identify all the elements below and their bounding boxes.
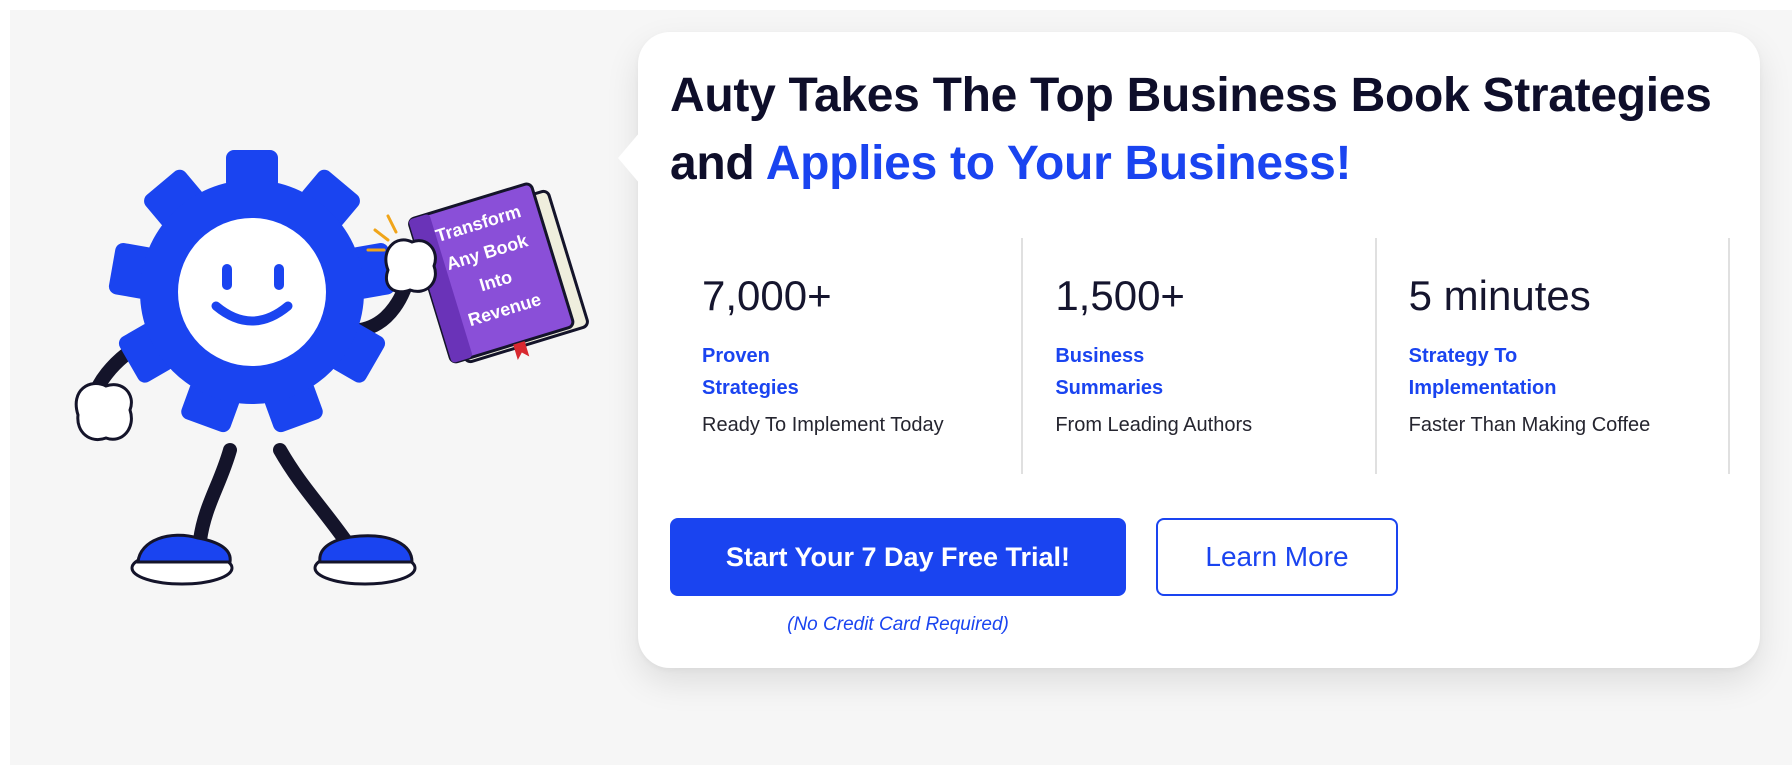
mascot-right-shoe-icon bbox=[313, 534, 417, 586]
stat-subtitle: Ready To Implement Today bbox=[702, 414, 944, 436]
hero-card: Auty Takes The Top Business Book Strateg… bbox=[618, 32, 1760, 668]
mascot-left-glove-icon bbox=[74, 382, 133, 441]
stat-title: Business Summaries bbox=[1055, 345, 1164, 399]
hero-headline: Auty Takes The Top Business Book Strateg… bbox=[670, 62, 1730, 198]
gear-icon bbox=[108, 150, 396, 433]
mascot-right-leg bbox=[273, 443, 352, 547]
stat-value: 1,500+ bbox=[1055, 272, 1185, 319]
stat-subtitle: From Leading Authors bbox=[1055, 414, 1253, 436]
stats-row: 7,000+ Proven Strategies Ready To Implem… bbox=[670, 238, 1730, 474]
mascot-right-eye bbox=[274, 264, 284, 290]
stat-value: 7,000+ bbox=[702, 272, 832, 319]
stat-summaries: 1,500+ Business Summaries From Leading A… bbox=[1023, 238, 1377, 474]
stat-title: Strategy To Implementation bbox=[1408, 345, 1557, 399]
page-background: Transform Any Book Into Revenue Auty Tak… bbox=[10, 10, 1792, 765]
mascot-right-glove-icon bbox=[384, 238, 437, 294]
learn-more-button[interactable]: Learn More bbox=[1156, 518, 1398, 596]
stat-title: Proven Strategies bbox=[702, 345, 799, 399]
mascot-illustration: Transform Any Book Into Revenue bbox=[74, 150, 589, 586]
mascot-left-shoe-icon bbox=[130, 533, 234, 586]
start-free-trial-button[interactable]: Start Your 7 Day Free Trial! bbox=[670, 518, 1126, 596]
no-credit-card-note: (No Credit Card Required) bbox=[787, 614, 1009, 635]
mascot-left-leg bbox=[193, 443, 237, 547]
stat-time: 5 minutes Strategy To Implementation Fas… bbox=[1377, 238, 1730, 474]
stat-value: 5 minutes bbox=[1408, 272, 1591, 319]
stat-subtitle: Faster Than Making Coffee bbox=[1408, 414, 1651, 436]
stat-strategies: 7,000+ Proven Strategies Ready To Implem… bbox=[670, 238, 1024, 474]
mascot-left-eye bbox=[222, 264, 232, 290]
headline-highlight: Applies to Your Business! bbox=[765, 137, 1352, 190]
